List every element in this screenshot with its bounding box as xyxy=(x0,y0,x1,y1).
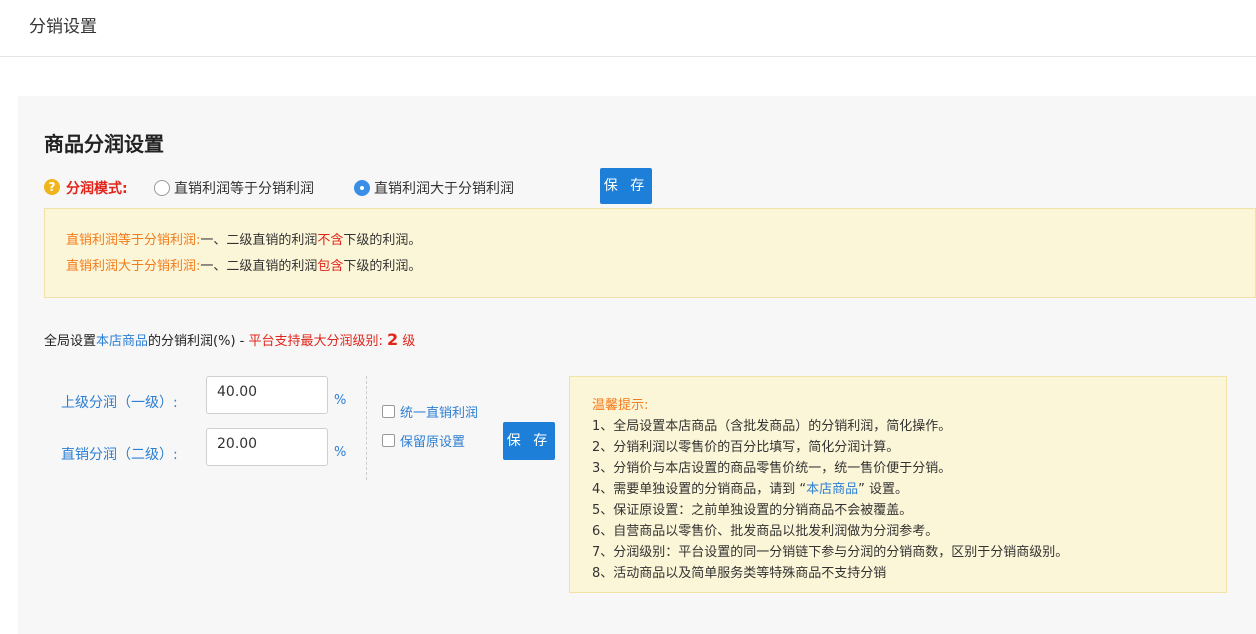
tip-item: 2、分销利润以零售价的百分比填写，简化分润计算。 xyxy=(592,440,900,455)
notice-line-2: 直销利润大于分销利润:一、二级直销的利润包含下级的利润。 xyxy=(66,255,421,274)
tip-item: 5、保证原设置：之前单独设置的分销商品不会被覆盖。 xyxy=(592,503,913,518)
settings-panel: 商品分润设置 ? 分润模式: 直销利润等于分销利润 直销利润大于分销利润 保 存… xyxy=(18,96,1256,634)
tips-box: 温馨提示: 1、全局设置本店商品（含批发商品）的分销利润，简化操作。 2、分销利… xyxy=(569,376,1227,593)
tip-4-text-b: ” 设置。 xyxy=(858,482,909,497)
global-text-a: 全局设置 xyxy=(44,334,97,349)
mode-notice: 直销利润等于分销利润:一、二级直销的利润不含下级的利润。 直销利润大于分销利润:… xyxy=(44,208,1256,298)
level2-percent: % xyxy=(334,445,347,460)
max-level-value: 2 xyxy=(387,330,399,349)
form-divider xyxy=(366,376,367,480)
mode-label: 分润模式: xyxy=(66,181,128,197)
unify-checkbox[interactable] xyxy=(382,405,395,418)
notice-2-highlight: 包含 xyxy=(317,259,344,274)
level1-percent: % xyxy=(334,393,347,408)
global-text-b: 的分销利润(%) - xyxy=(148,334,249,349)
tip-item: 4、需要单独设置的分销商品，请到 “本店商品” 设置。 xyxy=(592,478,908,497)
tip-item: 3、分销价与本店设置的商品零售价统一，统一售价便于分销。 xyxy=(592,461,952,476)
section-title: 商品分润设置 xyxy=(44,132,164,156)
level1-input[interactable]: 40.00 xyxy=(206,376,328,414)
max-level-unit: 级 xyxy=(402,334,416,349)
level2-label: 直销分润（二级）: xyxy=(61,447,178,463)
unify-label[interactable]: 统一直销利润 xyxy=(400,402,478,421)
notice-1-text-a: 一、二级直销的利润 xyxy=(200,233,318,248)
help-icon[interactable]: ? xyxy=(44,179,60,195)
radio-greater-label[interactable]: 直销利润大于分销利润 xyxy=(374,178,514,198)
notice-2-text-a: 一、二级直销的利润 xyxy=(200,259,318,274)
notice-2-text-b: 下级的利润。 xyxy=(343,259,422,274)
platform-level-text: 平台支持最大分润级别: xyxy=(248,334,383,349)
mode-save-button[interactable]: 保 存 xyxy=(600,168,652,204)
keep-label[interactable]: 保留原设置 xyxy=(400,431,465,450)
radio-equal-label[interactable]: 直销利润等于分销利润 xyxy=(174,178,314,198)
level2-input[interactable]: 20.00 xyxy=(206,428,328,466)
keep-checkbox[interactable] xyxy=(382,434,395,447)
tip-4-text-a: 4、需要单独设置的分销商品，请到 “ xyxy=(592,482,807,497)
notice-1-text-b: 下级的利润。 xyxy=(343,233,422,248)
global-setting-row: 全局设置本店商品的分销利润(%) - 平台支持最大分润级别: 2 级 xyxy=(44,330,415,349)
radio-equal[interactable] xyxy=(154,180,170,196)
notice-1-prefix: 直销利润等于分销利润: xyxy=(66,233,201,248)
tips-title: 温馨提示: xyxy=(592,398,649,413)
radio-greater[interactable] xyxy=(354,180,370,196)
profit-mode-row: ? 分润模式: 直销利润等于分销利润 直销利润大于分销利润 xyxy=(44,176,664,200)
tip-item: 1、全局设置本店商品（含批发商品）的分销利润，简化操作。 xyxy=(592,419,952,434)
notice-line-1: 直销利润等于分销利润:一、二级直销的利润不含下级的利润。 xyxy=(66,229,421,248)
notice-2-prefix: 直销利润大于分销利润: xyxy=(66,259,201,274)
tip-store-products-link[interactable]: 本店商品 xyxy=(806,482,858,497)
tip-item: 7、分润级别：平台设置的同一分销链下参与分润的分销商数，区别于分销商级别。 xyxy=(592,545,1069,560)
top-bar: 分销设置 xyxy=(0,0,1256,57)
tip-item: 8、活动商品以及简单服务类等特殊商品不支持分销 xyxy=(592,566,887,581)
tip-item: 6、自营商品以零售价、批发商品以批发利润做为分润参考。 xyxy=(592,524,939,539)
level1-label: 上级分润（一级）: xyxy=(61,395,178,411)
store-products-link[interactable]: 本店商品 xyxy=(96,334,148,349)
page-title: 分销设置 xyxy=(29,17,97,37)
notice-1-highlight: 不含 xyxy=(317,233,344,248)
global-save-button[interactable]: 保 存 xyxy=(503,422,555,460)
